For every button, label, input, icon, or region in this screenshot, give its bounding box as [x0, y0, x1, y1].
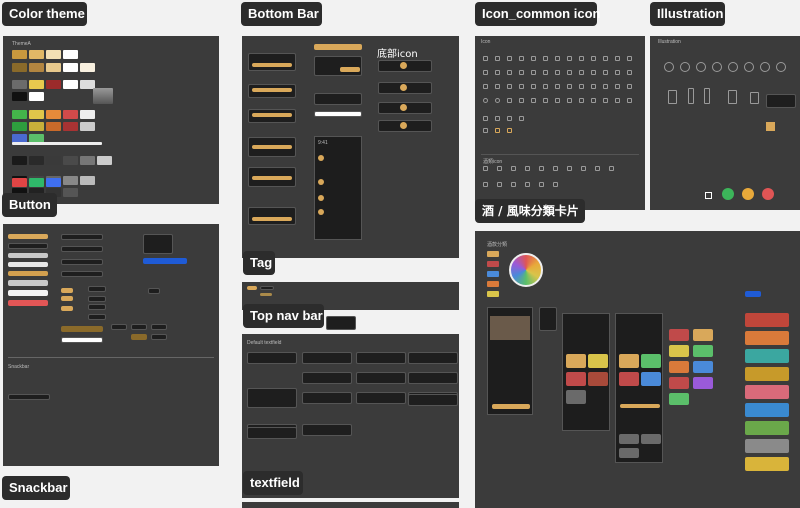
- textfield-frame-lower: [242, 502, 459, 508]
- section-label-bottom-bar: Bottom Bar: [241, 2, 322, 26]
- section-label-tag: Tag: [243, 251, 275, 275]
- bottom-icon-annotation: 底部icon: [377, 49, 418, 60]
- wine-card-frame[interactable]: 酒款分類: [475, 231, 800, 508]
- section-label-icon-common: Icon_common icon: [475, 2, 600, 26]
- button-frame[interactable]: Snackbar: [3, 224, 219, 466]
- section-label-illustration: Illustration: [650, 2, 725, 26]
- section-label-textfield: textfield: [243, 471, 303, 495]
- section-label-color-theme: Color theme: [2, 2, 87, 26]
- section-label-top-nav-bar: Top nav bar: [243, 304, 324, 328]
- section-label-snackbar: Snackbar: [2, 476, 70, 500]
- section-label-wine-card: 酒 / 風味分類卡片: [475, 199, 585, 223]
- top-nav-bar-sample[interactable]: [326, 316, 356, 330]
- section-label-button: Button: [2, 193, 57, 217]
- bottom-bar-frame[interactable]: 9:41 底部icon: [242, 36, 459, 258]
- icon-common-frame[interactable]: Icon 酒類icon: [475, 36, 645, 210]
- illustration-frame[interactable]: Illustration: [650, 36, 800, 210]
